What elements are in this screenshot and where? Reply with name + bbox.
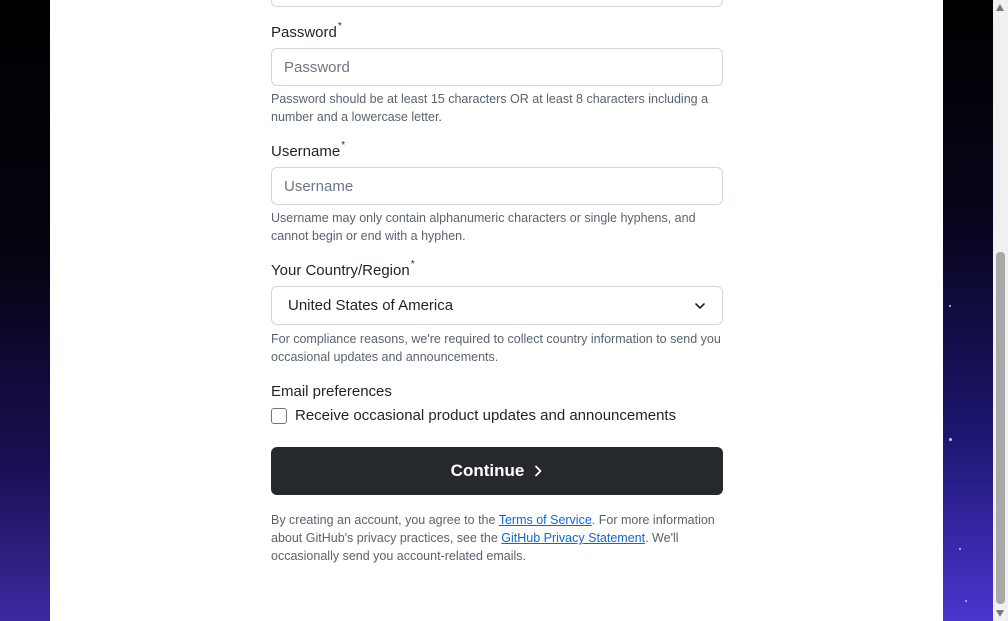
country-select[interactable]: United States of America xyxy=(271,286,723,325)
continue-button[interactable]: Continue xyxy=(271,447,723,495)
legal-notice: By creating an account, you agree to the… xyxy=(271,511,723,565)
terms-of-service-link[interactable]: Terms of Service xyxy=(499,513,592,527)
password-label-text: Password xyxy=(271,24,337,41)
chevron-down-icon xyxy=(695,302,705,309)
country-label: Your Country/Region* xyxy=(271,259,415,279)
star-decoration xyxy=(949,305,951,307)
password-label: Password* xyxy=(271,21,342,41)
password-field[interactable] xyxy=(271,48,723,86)
star-decoration xyxy=(959,548,961,550)
country-selected-value: United States of America xyxy=(288,297,454,314)
required-mark: * xyxy=(410,259,415,270)
legal-text: By creating an account, you agree to the xyxy=(271,513,499,527)
page-scrollbar[interactable] xyxy=(993,0,1008,621)
email-field[interactable] xyxy=(271,0,723,7)
country-label-text: Your Country/Region xyxy=(271,262,410,279)
email-updates-checkbox[interactable] xyxy=(271,407,287,424)
chevron-right-icon xyxy=(535,465,542,477)
email-preferences-row: Receive occasional product updates and a… xyxy=(271,407,676,424)
username-hint: Username may only contain alphanumeric c… xyxy=(271,211,696,243)
password-hint: Password should be at least 15 character… xyxy=(271,92,709,124)
required-mark: * xyxy=(341,140,346,151)
background-left xyxy=(0,0,50,621)
star-decoration xyxy=(965,600,967,602)
continue-button-label: Continue xyxy=(450,461,525,480)
required-mark: * xyxy=(337,21,342,32)
star-decoration xyxy=(949,438,952,441)
scroll-up-icon[interactable] xyxy=(996,4,1004,11)
signup-panel: Password* Password should be at least 15… xyxy=(50,0,943,621)
scroll-down-icon[interactable] xyxy=(996,610,1004,617)
country-hint: For compliance reasons, we're required t… xyxy=(271,332,721,364)
scrollbar-thumb[interactable] xyxy=(996,252,1005,604)
email-preferences-label: Email preferences xyxy=(271,383,392,400)
background-right xyxy=(943,0,993,621)
username-label: Username* xyxy=(271,140,346,160)
privacy-statement-link[interactable]: GitHub Privacy Statement xyxy=(501,531,645,545)
username-field[interactable] xyxy=(271,167,723,205)
email-updates-checkbox-label[interactable]: Receive occasional product updates and a… xyxy=(295,407,676,424)
username-label-text: Username xyxy=(271,143,341,160)
